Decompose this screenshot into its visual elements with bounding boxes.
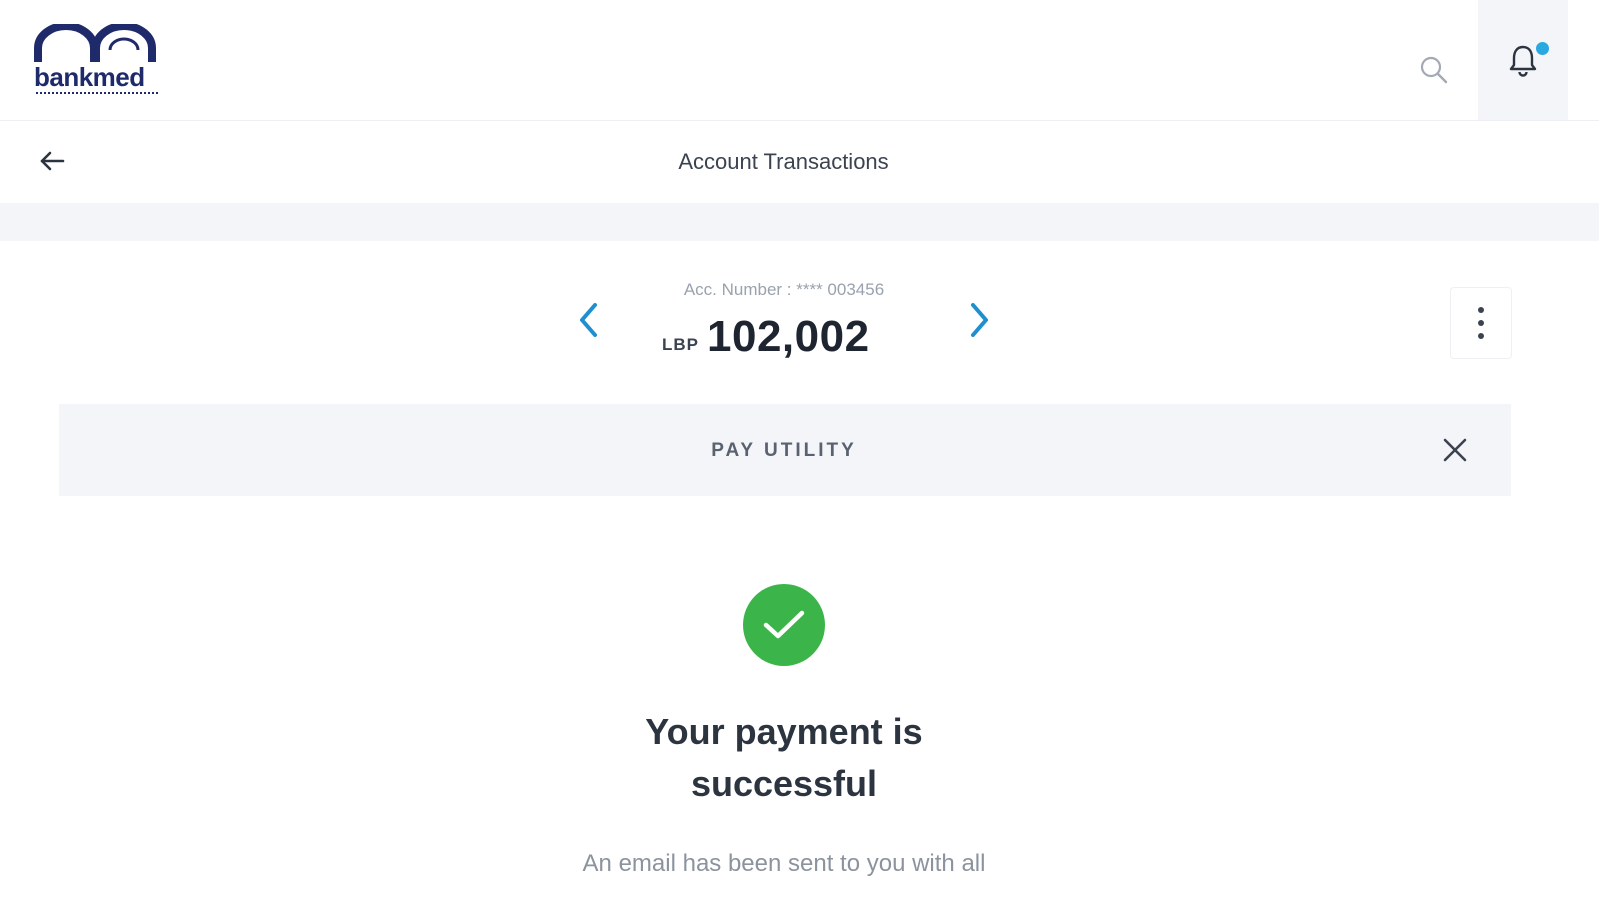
notification-badge (1534, 40, 1551, 57)
more-vertical-icon-dot (1478, 320, 1484, 326)
balance-amount: 102,002 (707, 312, 870, 361)
more-vertical-icon-dot (1478, 333, 1484, 339)
success-headline: Your payment is successful (560, 706, 1008, 810)
logo-wordmark: bankmed (34, 62, 145, 92)
currency-code: LBP (662, 335, 699, 354)
check-circle-icon (743, 584, 825, 666)
check-icon (763, 610, 805, 639)
success-message: An email has been sent to you with all (582, 850, 986, 877)
logo-arches-icon (34, 24, 156, 62)
chevron-right-icon (971, 303, 988, 337)
account-number: Acc. Number : **** 003456 (683, 280, 885, 299)
chevron-left-icon (580, 303, 597, 337)
notifications-button[interactable] (1478, 0, 1568, 120)
close-icon (1443, 438, 1467, 462)
page-title: Account Transactions (678, 149, 889, 174)
more-vertical-icon (1478, 307, 1484, 313)
account-balance: LBP 102,002 (662, 312, 870, 362)
logo-subtext-line (36, 92, 158, 98)
search-icon (1420, 56, 1448, 84)
banner-title: PAY UTILITY (711, 440, 857, 461)
more-options-button[interactable] (1450, 287, 1512, 359)
top-bar: bankmed (0, 0, 1599, 121)
pay-utility-banner: PAY UTILITY (59, 404, 1511, 496)
close-button[interactable] (1439, 434, 1471, 466)
bankmed-logo[interactable]: bankmed (34, 24, 164, 104)
previous-account-button[interactable] (572, 300, 606, 340)
headline-line-2: successful (690, 763, 878, 804)
headline-line-1: Your payment is (645, 711, 923, 752)
search-button[interactable] (1414, 50, 1454, 90)
account-selector: Acc. Number : **** 003456 LBP 102,002 (560, 272, 1010, 372)
section-divider (0, 203, 1599, 241)
sub-header: Account Transactions (0, 121, 1599, 203)
next-account-button[interactable] (962, 300, 996, 340)
